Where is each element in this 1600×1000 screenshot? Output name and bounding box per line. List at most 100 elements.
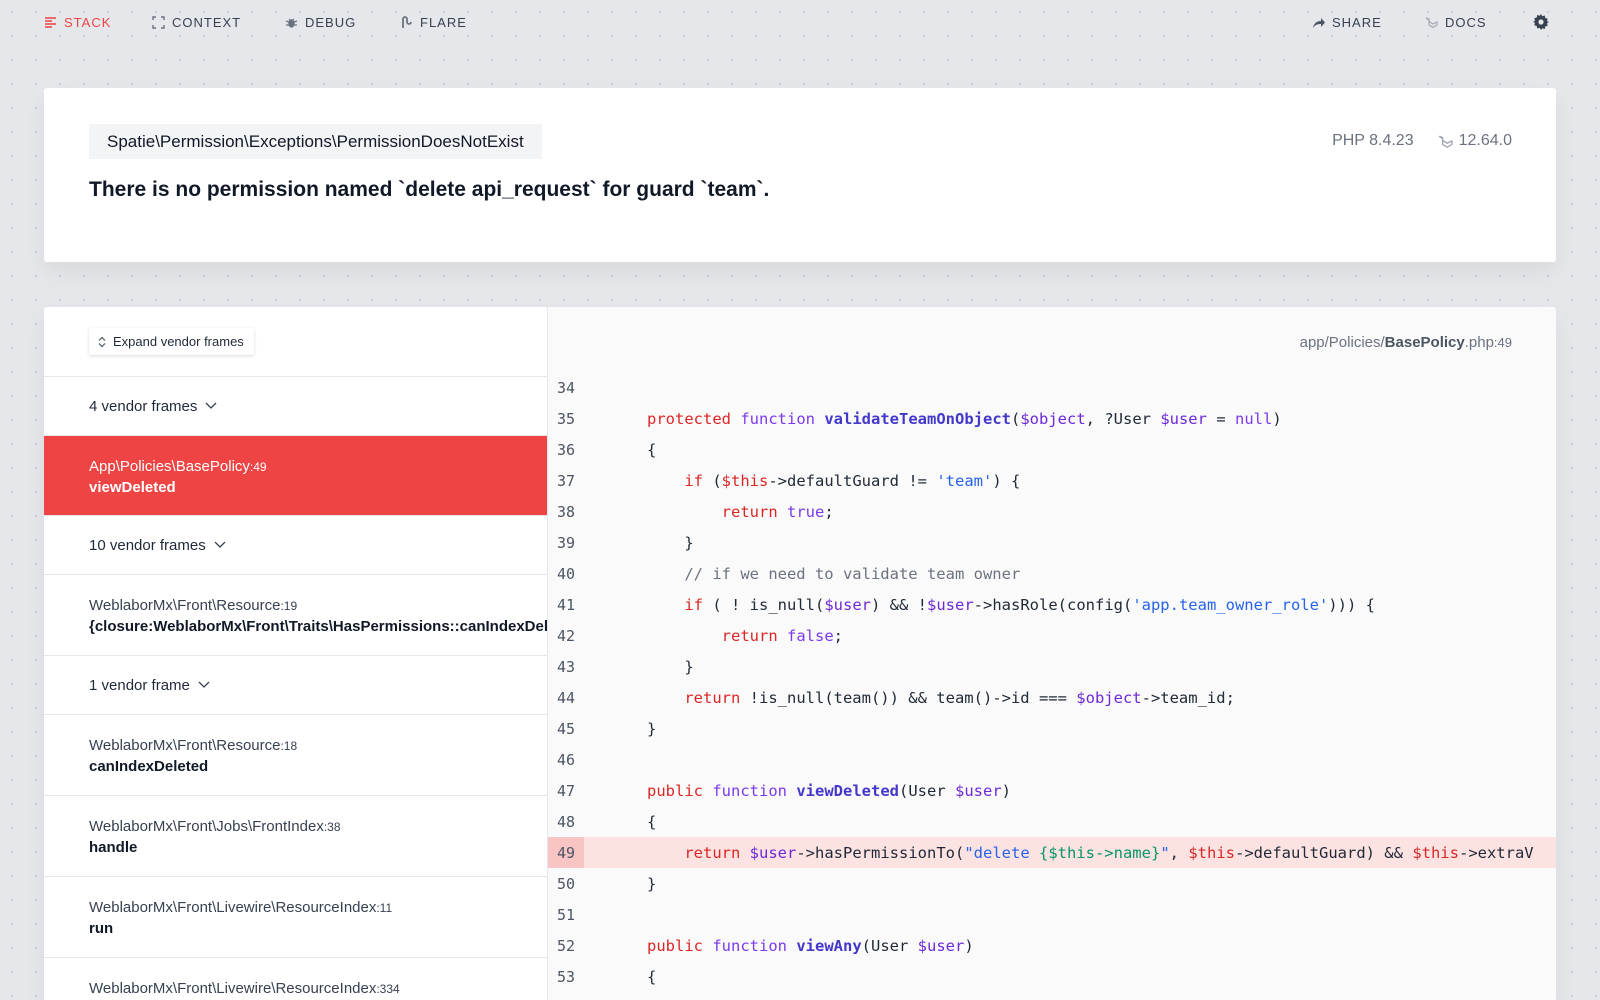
share-button[interactable]: SHARE [1312, 12, 1382, 32]
code-line: 34 [548, 372, 1556, 403]
stack-trace-card: Expand vendor frames 4 vendor frames App… [44, 307, 1556, 1000]
frame-line: :11 [376, 901, 393, 915]
settings-button[interactable] [1533, 12, 1549, 32]
top-nav: STACK CONTEXT DEBUG FLARE SHARE DOCS [0, 0, 1600, 44]
line-number: 50 [556, 874, 576, 893]
line-number: 39 [556, 533, 576, 552]
chevron-down-icon [205, 402, 217, 409]
frame-method: handle [89, 839, 138, 856]
nav-context-label: CONTEXT [172, 14, 242, 30]
code-line: 53{ [548, 961, 1556, 992]
frame-line: :49 [249, 460, 267, 474]
context-icon [152, 15, 165, 29]
code-line: 45} [548, 713, 1556, 744]
code-line: 42 return false; [548, 620, 1556, 651]
nav-context-tab[interactable]: CONTEXT [152, 12, 241, 32]
line-number: 46 [556, 750, 576, 769]
frame-method: run [89, 920, 114, 937]
nav-stack-label: STACK [64, 14, 112, 30]
code-line: 40 // if we need to validate team owner [548, 558, 1556, 589]
code-line: 39 } [548, 527, 1556, 558]
flare-icon [402, 15, 412, 28]
code-line: 52 public function viewAny(User $user) [548, 930, 1556, 961]
share-icon [1313, 17, 1325, 28]
vendor-frames-group[interactable]: 1 vendor frame [44, 656, 547, 715]
exception-header-card: Spatie\Permission\Exceptions\PermissionD… [44, 88, 1556, 262]
version-info: PHP 8.4.23 12.64.0 [1332, 132, 1512, 150]
line-number: 43 [556, 657, 576, 676]
code-line: 36{ [548, 434, 1556, 465]
laravel-icon [1425, 16, 1438, 28]
frames-toolbar: Expand vendor frames [44, 307, 547, 377]
vendor-frames-label: 10 vendor frames [89, 536, 206, 554]
line-number: 47 [556, 781, 576, 800]
stack-frame[interactable]: WeblaborMx\Front\Livewire\ResourceIndex:… [44, 877, 547, 958]
nav-flare-tab[interactable]: FLARE [400, 12, 467, 32]
nav-stack-tab[interactable]: STACK [44, 12, 111, 32]
line-number: 49 [548, 837, 584, 868]
code-line: 44 return !is_null(team()) && team()->id… [548, 682, 1556, 713]
chevron-down-icon [198, 681, 210, 688]
code-line: 37 if ($this->defaultGuard != 'team') { [548, 465, 1556, 496]
nav-debug-tab[interactable]: DEBUG [285, 12, 356, 32]
line-number: 53 [556, 967, 576, 986]
gear-icon [1533, 14, 1549, 30]
file-path[interactable]: app/Policies/BasePolicy.php:49 [1300, 334, 1512, 351]
frames-list: Expand vendor frames 4 vendor frames App… [44, 307, 548, 1000]
line-number: 40 [556, 564, 576, 583]
file-dir: app/Policies/ [1299, 334, 1385, 351]
stack-frame[interactable]: App\Policies\BasePolicy:49 viewDeleted [44, 436, 547, 516]
stack-icon [45, 16, 56, 28]
frame-method: {closure:WeblaborMx\Front\Traits\HasPerm… [89, 618, 547, 635]
share-label: SHARE [1332, 14, 1382, 30]
line-number: 48 [556, 812, 576, 831]
frame-method: canIndexDeleted [89, 758, 209, 775]
code-line: 43 } [548, 651, 1556, 682]
highlighted-code-line: 49 return $user->hasPermissionTo("delete… [548, 837, 1556, 868]
stack-frame[interactable]: WeblaborMx\Front\Livewire\ResourceIndex:… [44, 958, 547, 1000]
line-number: 51 [556, 905, 576, 924]
frame-class: App\Policies\BasePolicy [89, 458, 250, 475]
laravel-version-text: 12.64.0 [1458, 132, 1512, 149]
code-line: 50} [548, 868, 1556, 899]
file-name: BasePolicy [1384, 334, 1465, 351]
frame-line: :19 [280, 599, 298, 613]
frame-class: WeblaborMx\Front\Livewire\ResourceIndex [89, 899, 377, 916]
code-viewer: app/Policies/BasePolicy.php:49 34 35 prot… [548, 307, 1556, 1000]
frame-line: :334 [376, 982, 400, 996]
line-number: 41 [556, 595, 576, 614]
chevron-down-icon [214, 541, 226, 548]
laravel-version: 12.64.0 [1438, 132, 1512, 150]
frame-class: WeblaborMx\Front\Jobs\FrontIndex [89, 818, 324, 835]
stack-frame[interactable]: WeblaborMx\Front\Resource:18 canIndexDel… [44, 715, 547, 796]
code-line: 51 [548, 899, 1556, 930]
line-number: 45 [556, 719, 576, 738]
php-version: PHP 8.4.23 [1332, 132, 1414, 149]
line-number: 37 [556, 471, 576, 490]
line-number: 52 [556, 936, 576, 955]
frame-class: WeblaborMx\Front\Resource [89, 597, 281, 614]
nav-debug-label: DEBUG [305, 14, 357, 30]
vendor-frames-group[interactable]: 10 vendor frames [44, 516, 547, 575]
code-line: 47 public function viewDeleted(User $user… [548, 775, 1556, 806]
code-line: 38 return true; [548, 496, 1556, 527]
vendor-frames-label: 4 vendor frames [89, 397, 198, 415]
stack-frame[interactable]: WeblaborMx\Front\Jobs\FrontIndex:38 hand… [44, 796, 547, 877]
frame-class: WeblaborMx\Front\Livewire\ResourceIndex [89, 980, 377, 997]
code-lines: 34 35 protected function validateTeamOnOb… [548, 372, 1556, 992]
nav-flare-label: FLARE [420, 14, 467, 30]
line-number: 38 [556, 502, 576, 521]
expand-vendor-frames-button[interactable]: Expand vendor frames [89, 328, 254, 355]
code-line: 41 if ( ! is_null($user) && !$user->hasR… [548, 589, 1556, 620]
exception-message: There is no permission named `delete api… [89, 178, 770, 201]
vendor-frames-group[interactable]: 4 vendor frames [44, 377, 547, 436]
stack-frame[interactable]: WeblaborMx\Front\Resource:19 {closure:We… [44, 575, 547, 656]
code-line: 35 protected function validateTeamOnObjec… [548, 403, 1556, 434]
docs-button[interactable]: DOCS [1425, 12, 1487, 32]
line-number: 44 [556, 688, 576, 707]
frame-line: :38 [323, 820, 341, 834]
code-line: 46 [548, 744, 1556, 775]
line-number: 36 [556, 440, 576, 459]
laravel-icon [1438, 135, 1453, 148]
file-line: :49 [1493, 335, 1512, 350]
